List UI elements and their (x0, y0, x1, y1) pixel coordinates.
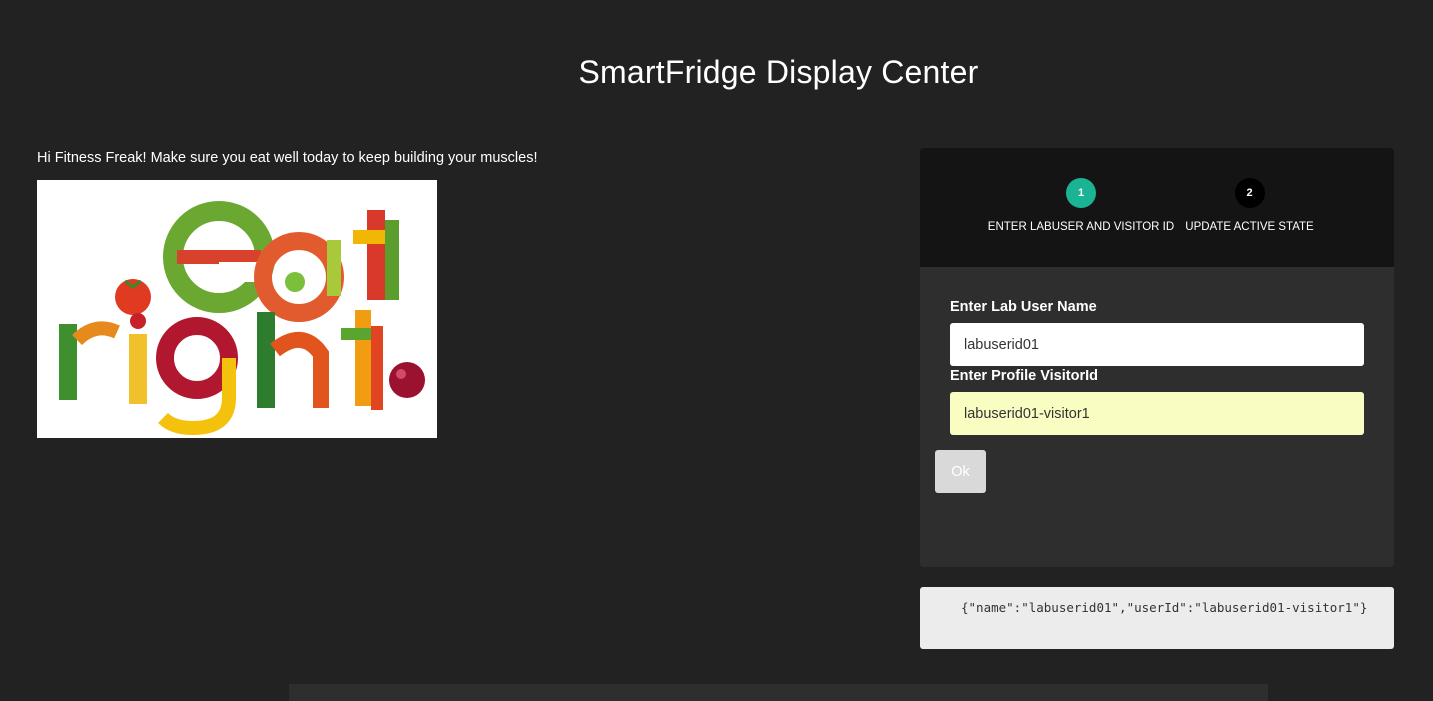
bottom-panel (289, 684, 1268, 701)
wizard-steps: 1 ENTER LABUSER AND VISITOR ID 2 UPDATE … (920, 148, 1394, 267)
lab-user-name-input[interactable] (950, 323, 1364, 366)
visitor-id-input[interactable] (950, 392, 1364, 435)
eat-right-image (37, 180, 437, 438)
step-2-number: 2 (1234, 178, 1265, 208)
step-2-label: UPDATE ACTIVE STATE (1185, 221, 1314, 233)
json-output: {"name":"labuserid01","userId":"labuseri… (920, 587, 1394, 649)
step-1-label: ENTER LABUSER AND VISITOR ID (987, 221, 1175, 233)
setup-wizard: 1 ENTER LABUSER AND VISITOR ID 2 UPDATE … (920, 148, 1394, 567)
page-title: SmartFridge Display Center (578, 54, 979, 90)
greeting-text: Hi Fitness Freak! Make sure you eat well… (37, 150, 538, 166)
wizard-step-2[interactable]: 2 UPDATE ACTIVE STATE (1182, 178, 1317, 233)
lab-user-name-label: Enter Lab User Name (950, 299, 1097, 315)
visitor-id-label: Enter Profile VisitorId (950, 368, 1098, 384)
ok-button[interactable]: Ok (935, 450, 986, 493)
eat-right-illustration (37, 180, 437, 438)
wizard-step-1[interactable]: 1 ENTER LABUSER AND VISITOR ID (986, 178, 1176, 233)
step-1-number: 1 (1066, 178, 1096, 208)
